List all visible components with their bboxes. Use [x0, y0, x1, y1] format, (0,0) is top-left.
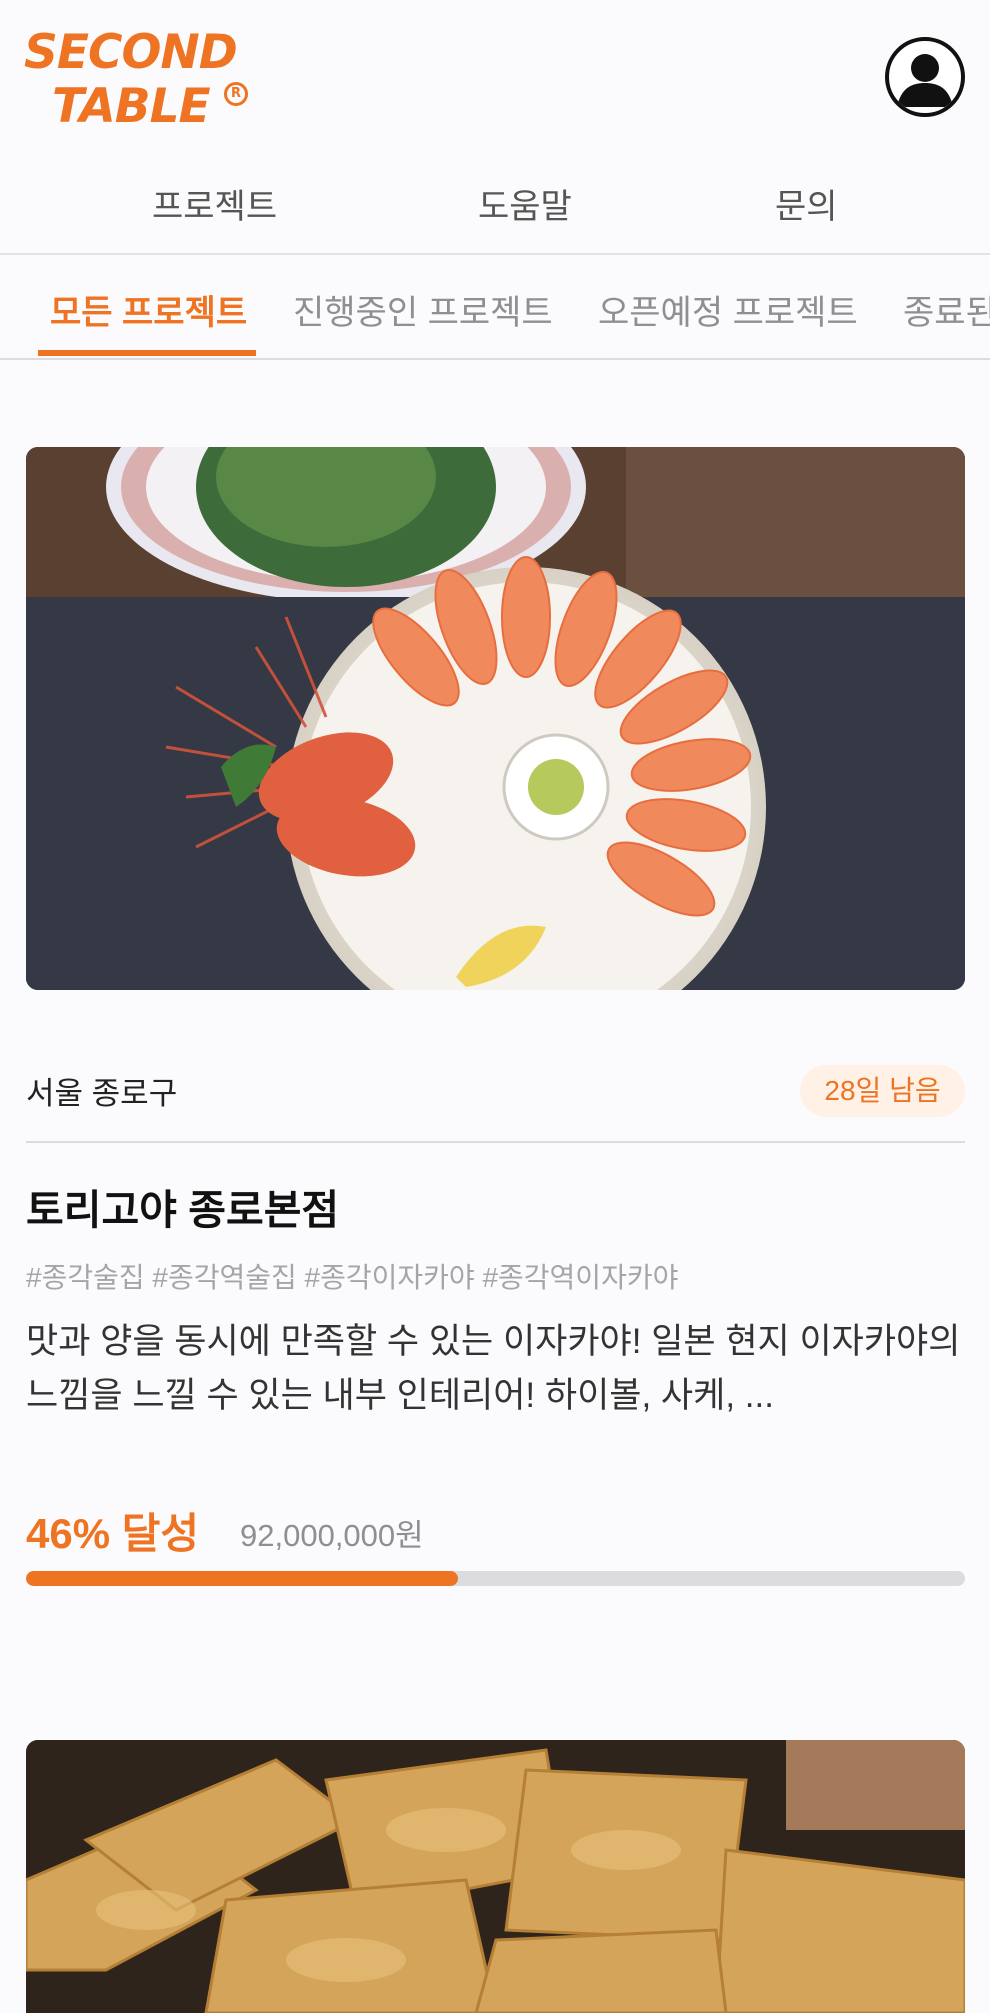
project-image-2[interactable]	[26, 1740, 965, 2013]
active-tab-indicator	[38, 350, 256, 356]
logo-text-line2: TABLE	[52, 79, 211, 134]
card-divider	[26, 1141, 965, 1143]
project-tags: #종각술집 #종각역술집 #종각이자카야 #종각역이자카야	[26, 1262, 679, 1293]
brand-logo[interactable]: SECOND TABLE R	[24, 26, 254, 136]
project-location: 서울 종로구	[26, 1076, 178, 1111]
project-description: 맛과 양을 동시에 만족할 수 있는 이자카야! 일본 현지 이자카야의 느낌을…	[26, 1322, 961, 1415]
logo-text-line1: SECOND	[24, 25, 238, 80]
nav-item-contact[interactable]: 문의	[775, 179, 838, 228]
funding-amount: 92,000,000원	[240, 1518, 424, 1553]
app-page: SECOND TABLE R 프로젝트 도움말 문의 모든 프로젝트 진행중인 …	[0, 0, 990, 2013]
project-title[interactable]: 토리고야 종로본점	[26, 1176, 339, 1236]
tab-ongoing-projects[interactable]: 진행중인 프로젝트	[293, 285, 553, 334]
tab-all-projects[interactable]: 모든 프로젝트	[50, 285, 247, 334]
header: SECOND TABLE R	[0, 0, 990, 160]
nav-item-projects[interactable]: 프로젝트	[152, 179, 277, 228]
tab-upcoming-projects[interactable]: 오픈예정 프로젝트	[598, 285, 858, 334]
funding-percent: 46% 달성	[26, 1510, 200, 1557]
project-image[interactable]	[26, 447, 965, 990]
nav-item-help[interactable]: 도움말	[478, 179, 572, 228]
user-avatar-icon[interactable]	[885, 37, 965, 117]
registered-mark-icon: R	[224, 82, 248, 106]
tab-ended-projects[interactable]: 종료된	[903, 285, 990, 334]
top-nav: 프로젝트 도움말 문의	[0, 165, 990, 255]
funding-progress-fill	[26, 1571, 458, 1586]
project-filter-tabs: 모든 프로젝트 진행중인 프로젝트 오픈예정 프로젝트 종료된	[0, 257, 990, 360]
funding-progress-bar	[26, 1571, 965, 1586]
days-left-badge: 28일 남음	[800, 1065, 965, 1117]
